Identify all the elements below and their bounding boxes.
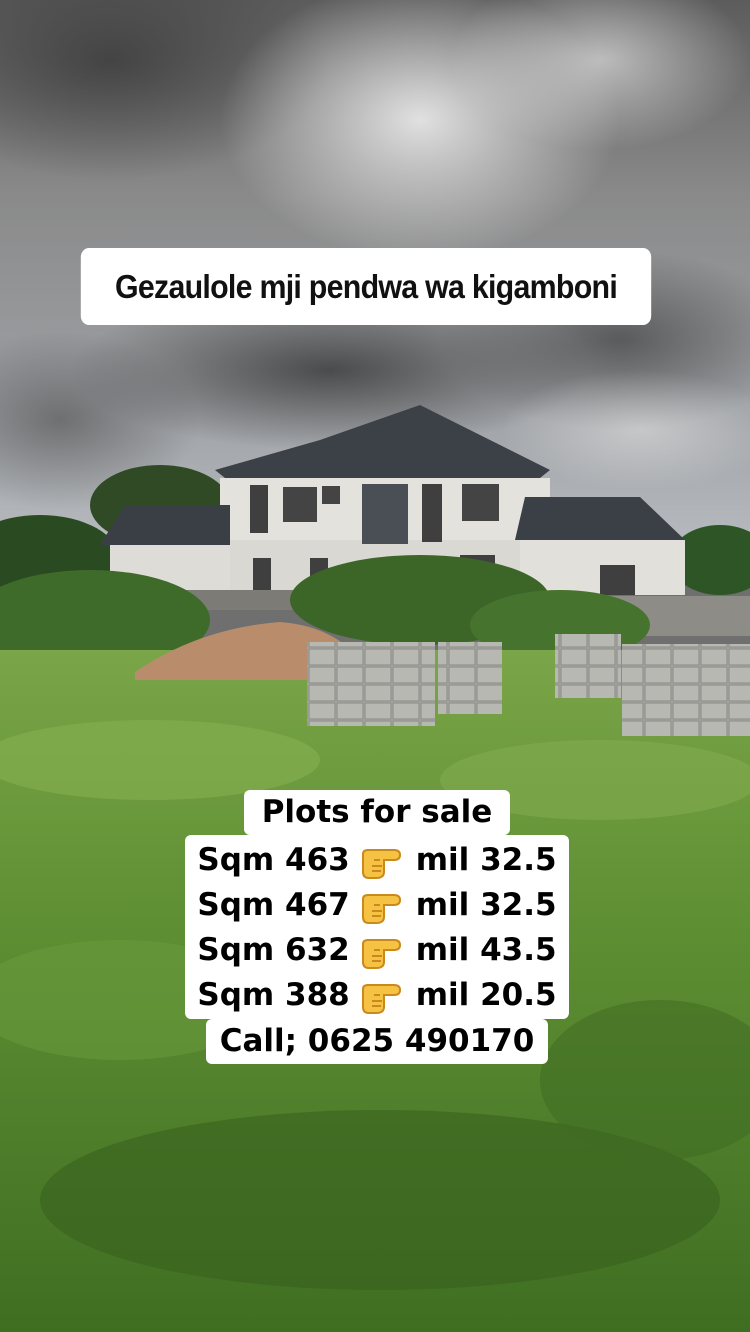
listing-size: Sqm 463 (197, 841, 350, 878)
listing-size: Sqm 388 (197, 976, 350, 1013)
listing-price: mil 32.5 (415, 841, 557, 878)
listing-row: Sqm 632 mil 43.5 (197, 927, 557, 972)
listing-price: mil 43.5 (415, 931, 557, 968)
contact-line: Call; 0625 490170 (205, 1019, 549, 1064)
listing-price: mil 32.5 (415, 886, 557, 923)
listing-row: Sqm 388 mil 20.5 (197, 972, 557, 1017)
pointing-hand-icon (361, 983, 401, 1014)
listing-size: Sqm 467 (197, 886, 350, 923)
block-stack (307, 642, 435, 726)
block-stack (622, 644, 750, 736)
sale-caption: Plots for sale Sqm 463 mil 32.5 Sqm 467 … (182, 790, 572, 1064)
block-stack (438, 642, 502, 714)
listing-row: Sqm 467 mil 32.5 (197, 882, 557, 927)
listing-price: mil 20.5 (415, 976, 557, 1013)
listing-list: Sqm 463 mil 32.5 Sqm 467 mil 32.5 Sqm 63… (185, 835, 569, 1019)
block-stack (555, 634, 621, 698)
caption-heading: Plots for sale (243, 790, 511, 835)
scene-photo (0, 0, 750, 1332)
listing-row: Sqm 463 mil 32.5 (197, 837, 557, 882)
listing-size: Sqm 632 (197, 931, 350, 968)
pointing-hand-icon (361, 848, 401, 879)
title-overlay: Gezaulole mji pendwa wa kigamboni (80, 248, 652, 325)
pointing-hand-icon (361, 938, 401, 969)
pointing-hand-icon (361, 893, 401, 924)
